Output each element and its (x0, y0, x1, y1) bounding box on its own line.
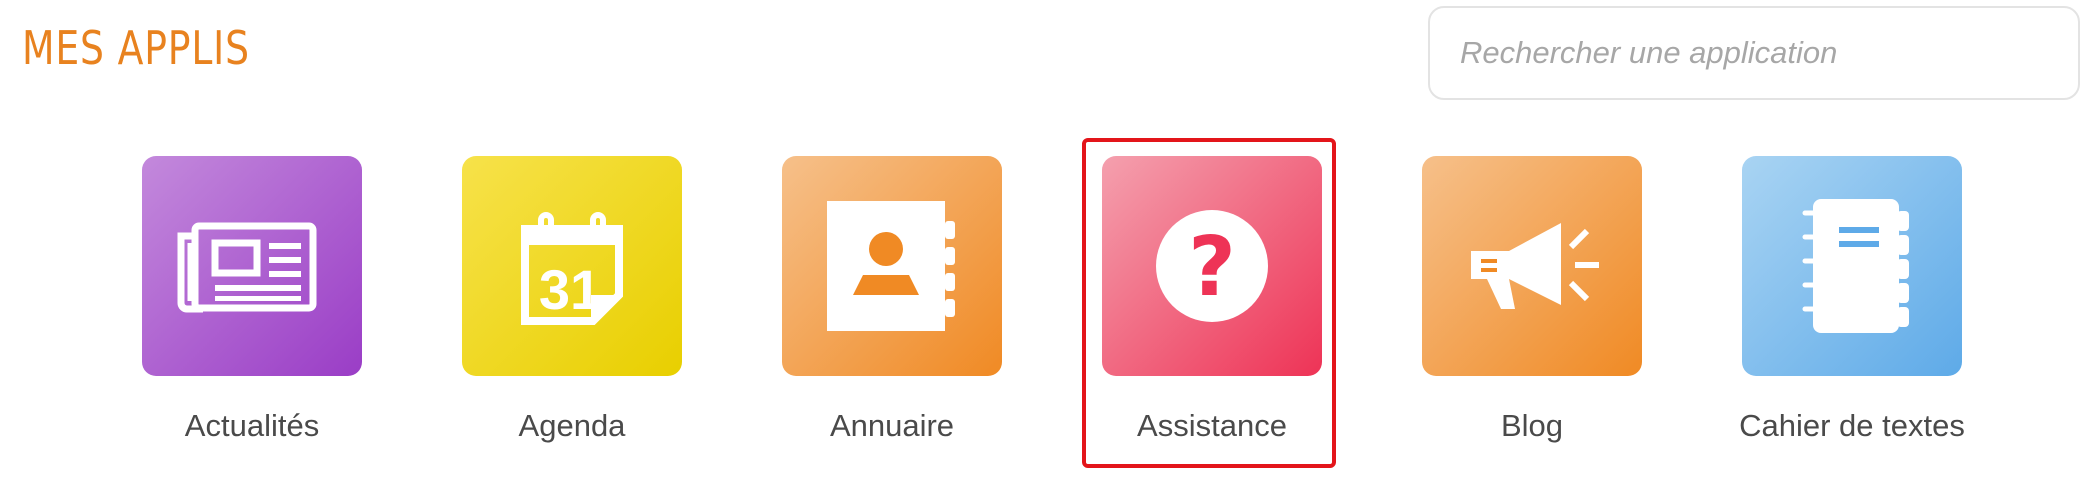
app-tile-annuaire[interactable]: Annuaire (782, 156, 1002, 456)
app-icon-actualites[interactable] (142, 156, 362, 376)
app-icon-assistance[interactable]: ? (1102, 156, 1322, 376)
app-tile-agenda[interactable]: 31 Agenda (462, 156, 682, 456)
calendar-icon: 31 (521, 212, 623, 325)
newspaper-icon (177, 222, 317, 313)
app-label: Annuaire (829, 408, 955, 443)
app-tile-cahier-de-textes[interactable]: Cahier de textes (1739, 156, 1965, 456)
app-tile-blog[interactable]: Blog (1422, 156, 1642, 456)
address-book-icon (827, 201, 955, 331)
app-tile-actualites[interactable]: Actualités (142, 156, 362, 456)
app-tile-assistance[interactable]: ? Assistance (1082, 138, 1336, 468)
app-label: Assistance (1137, 408, 1287, 443)
app-icon-agenda[interactable]: 31 (462, 156, 682, 376)
search-box[interactable] (1428, 6, 2080, 100)
calendar-day-number: 31 (539, 258, 601, 321)
page-title: MES APPLIS (22, 21, 250, 75)
app-label: Agenda (518, 408, 626, 443)
question-icon: ? (1156, 210, 1268, 322)
search-input[interactable] (1430, 8, 2078, 98)
app-label: Actualités (184, 408, 320, 443)
app-icon-blog[interactable] (1422, 156, 1642, 376)
app-icon-cahier-de-textes[interactable] (1742, 156, 1962, 376)
app-label: Blog (1500, 408, 1564, 443)
app-icon-annuaire[interactable] (782, 156, 1002, 376)
app-label: Cahier de textes (1739, 408, 1965, 443)
question-mark-glyph: ? (1188, 220, 1236, 315)
notebook-icon (1802, 199, 1909, 333)
megaphone-icon (1471, 223, 1599, 309)
